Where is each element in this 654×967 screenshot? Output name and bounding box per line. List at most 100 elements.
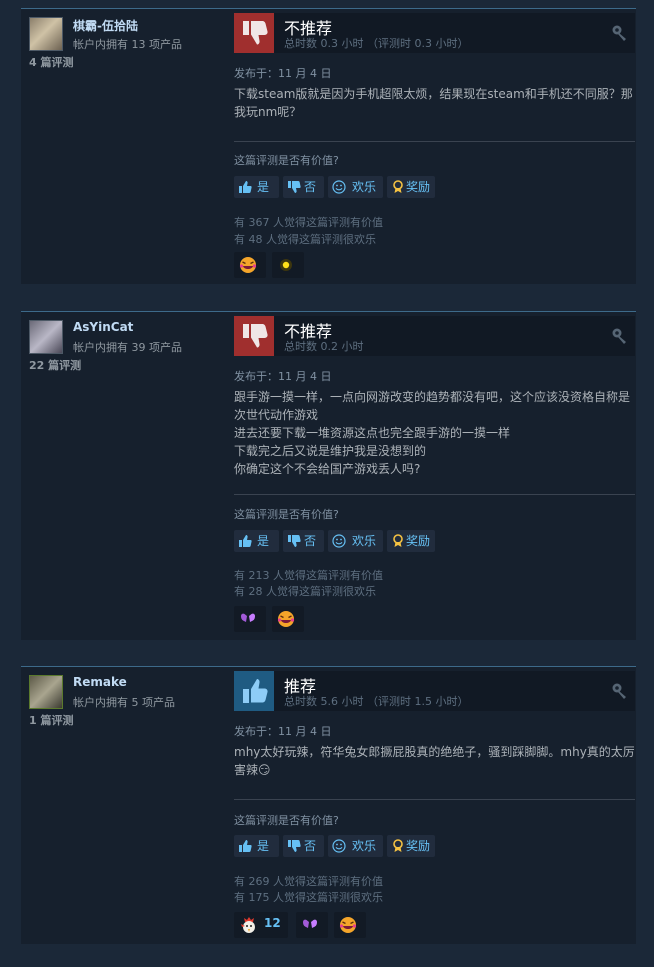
- playtime: 总时数 5.6 小时 （评测时 1.5 小时）: [284, 695, 469, 708]
- funny-label: 欢乐: [352, 534, 377, 548]
- laughing-face-award-icon: [239, 257, 257, 273]
- funny-label: 欢乐: [352, 180, 377, 194]
- thumbs-down-icon: [234, 316, 274, 356]
- funny-button[interactable]: 欢乐: [328, 176, 383, 198]
- reviewer-name[interactable]: AsYinCat: [73, 320, 133, 334]
- yes-label: 是: [257, 534, 270, 548]
- thumbs-up-icon: [239, 181, 252, 193]
- yes-button[interactable]: 是: [234, 530, 279, 552]
- yes-button[interactable]: 是: [234, 176, 279, 198]
- laughing-face-award-icon: [277, 611, 295, 627]
- review-text-line: 你确定这个不会给国产游戏丢人吗?: [234, 462, 421, 476]
- posted-date: 发布于：11 月 4 日: [234, 67, 332, 80]
- no-label: 否: [304, 180, 317, 194]
- rating-buttons: 是 否 欢乐 奖励: [234, 835, 444, 857]
- funny-label: 欢乐: [352, 839, 377, 853]
- review-text-line: mhy太好玩辣，符华兔女郎撅屁股真的绝绝子，骚到踩脚脚。mhy真的太厉害辣😏: [234, 745, 635, 777]
- avatar[interactable]: [29, 17, 63, 51]
- review-text: 下载steam版就是因为手机超限太烦，结果现在steam和手机还不同服？那我玩n…: [234, 85, 635, 121]
- award-button[interactable]: 奖励: [387, 835, 435, 857]
- avatar[interactable]: [29, 675, 63, 709]
- award-badge[interactable]: [234, 606, 266, 632]
- smiley-icon: [332, 180, 346, 194]
- award-badge[interactable]: [296, 912, 328, 938]
- vote-header[interactable]: 推荐 总时数 5.6 小时 （评测时 1.5 小时）: [234, 671, 635, 711]
- award-badge[interactable]: 12: [234, 912, 288, 938]
- reviewer-name[interactable]: 棋霸-伍拾陆: [73, 17, 138, 34]
- review-count[interactable]: 4 篇评测: [29, 54, 73, 70]
- rating-buttons: 是 否 欢乐 奖励: [234, 530, 444, 552]
- review-card: 棋霸-伍拾陆 帐户内拥有 13 项产品 4 篇评测 不推荐 总时数 0.3 小时…: [21, 8, 636, 284]
- products-owned[interactable]: 帐户内拥有 39 项产品: [73, 339, 182, 355]
- thumbs-up-icon: [239, 840, 252, 852]
- review-card: Remake 帐户内拥有 5 项产品 1 篇评测 推荐 总时数 5.6 小时 （…: [21, 666, 636, 944]
- award-ribbon-icon: [393, 534, 403, 547]
- smiley-icon: [332, 534, 346, 548]
- award-ribbon-icon: [393, 839, 403, 852]
- review-count[interactable]: 22 篇评测: [29, 357, 81, 373]
- helpful-question: 这篇评测是否有价值?: [234, 814, 339, 827]
- yes-label: 是: [257, 180, 270, 194]
- thumbs-down-icon: [288, 181, 301, 193]
- award-count: 12: [264, 916, 281, 930]
- award-label: 奖励: [406, 180, 431, 194]
- thumbs-down-icon: [288, 535, 301, 547]
- helpful-question: 这篇评测是否有价值?: [234, 154, 339, 167]
- review-text: mhy太好玩辣，符华兔女郎撅屁股真的绝绝子，骚到踩脚脚。mhy真的太厉害辣😏: [234, 743, 635, 779]
- review-text-line: 进去还要下载一堆资源这点也完全跟手游的一摸一样: [234, 426, 511, 440]
- review-card: AsYinCat 帐户内拥有 39 项产品 22 篇评测 不推荐 总时数 0.2…: [21, 311, 636, 640]
- review-text-line: 下载steam版就是因为手机超限太烦，结果现在steam和手机还不同服？那我玩n…: [234, 87, 633, 119]
- yes-label: 是: [257, 839, 270, 853]
- no-label: 否: [304, 839, 317, 853]
- thumbs-up-icon: [239, 535, 252, 547]
- divider: [234, 141, 635, 142]
- award-badge[interactable]: [334, 912, 366, 938]
- review-text-line: 下载完之后又说是维护我是没想到的: [234, 444, 427, 458]
- funny-button[interactable]: 欢乐: [328, 530, 383, 552]
- avatar[interactable]: [29, 320, 63, 354]
- playtime: 总时数 0.3 小时 （评测时 0.3 小时）: [284, 37, 469, 50]
- yes-button[interactable]: 是: [234, 835, 279, 857]
- wrench-icon[interactable]: [611, 24, 629, 42]
- review-text-line: 跟手游一摸一样，一点向网游改变的趋势都没有吧，这个应该没资格自称是次世代动作游戏: [234, 390, 631, 422]
- divider: [234, 494, 635, 495]
- review-text: 跟手游一摸一样，一点向网游改变的趋势都没有吧，这个应该没资格自称是次世代动作游戏…: [234, 388, 635, 478]
- award-button[interactable]: 奖励: [387, 176, 435, 198]
- no-button[interactable]: 否: [283, 176, 324, 198]
- no-button[interactable]: 否: [283, 530, 324, 552]
- thumbs-down-icon: [234, 13, 274, 53]
- award-badge[interactable]: [272, 252, 304, 278]
- thumbs-up-icon: [234, 671, 274, 711]
- helpful-count: 有 213 人觉得这篇评测有价值: [234, 569, 383, 582]
- sparkle-award-icon: [280, 259, 292, 271]
- funny-count: 有 175 人觉得这篇评测很欢乐: [234, 891, 383, 904]
- award-badge[interactable]: [272, 606, 304, 632]
- playtime: 总时数 0.2 小时: [284, 340, 364, 353]
- helpful-count: 有 269 人觉得这篇评测有价值: [234, 875, 383, 888]
- smiley-icon: [332, 839, 346, 853]
- posted-date: 发布于：11 月 4 日: [234, 725, 332, 738]
- no-button[interactable]: 否: [283, 835, 324, 857]
- no-label: 否: [304, 534, 317, 548]
- vote-header[interactable]: 不推荐 总时数 0.2 小时: [234, 316, 635, 356]
- award-badge[interactable]: [234, 252, 266, 278]
- funny-count: 有 28 人觉得这篇评测很欢乐: [234, 585, 376, 598]
- laughing-face-award-icon: [339, 917, 357, 933]
- posted-date: 发布于：11 月 4 日: [234, 370, 332, 383]
- award-label: 奖励: [406, 534, 431, 548]
- review-count[interactable]: 1 篇评测: [29, 712, 73, 728]
- award-button[interactable]: 奖励: [387, 530, 435, 552]
- funny-button[interactable]: 欢乐: [328, 835, 383, 857]
- wrench-icon[interactable]: [611, 327, 629, 345]
- award-label: 奖励: [406, 839, 431, 853]
- products-owned[interactable]: 帐户内拥有 13 项产品: [73, 36, 182, 52]
- funny-count: 有 48 人觉得这篇评测很欢乐: [234, 233, 376, 246]
- heart-award-icon: [303, 919, 317, 928]
- products-owned[interactable]: 帐户内拥有 5 项产品: [73, 694, 175, 710]
- vote-header[interactable]: 不推荐 总时数 0.3 小时 （评测时 0.3 小时）: [234, 13, 635, 53]
- award-ribbon-icon: [393, 180, 403, 193]
- rating-buttons: 是 否 欢乐 奖励: [234, 176, 444, 198]
- wrench-icon[interactable]: [611, 682, 629, 700]
- reviewer-name[interactable]: Remake: [73, 675, 127, 689]
- rooster-award-icon: [241, 917, 255, 933]
